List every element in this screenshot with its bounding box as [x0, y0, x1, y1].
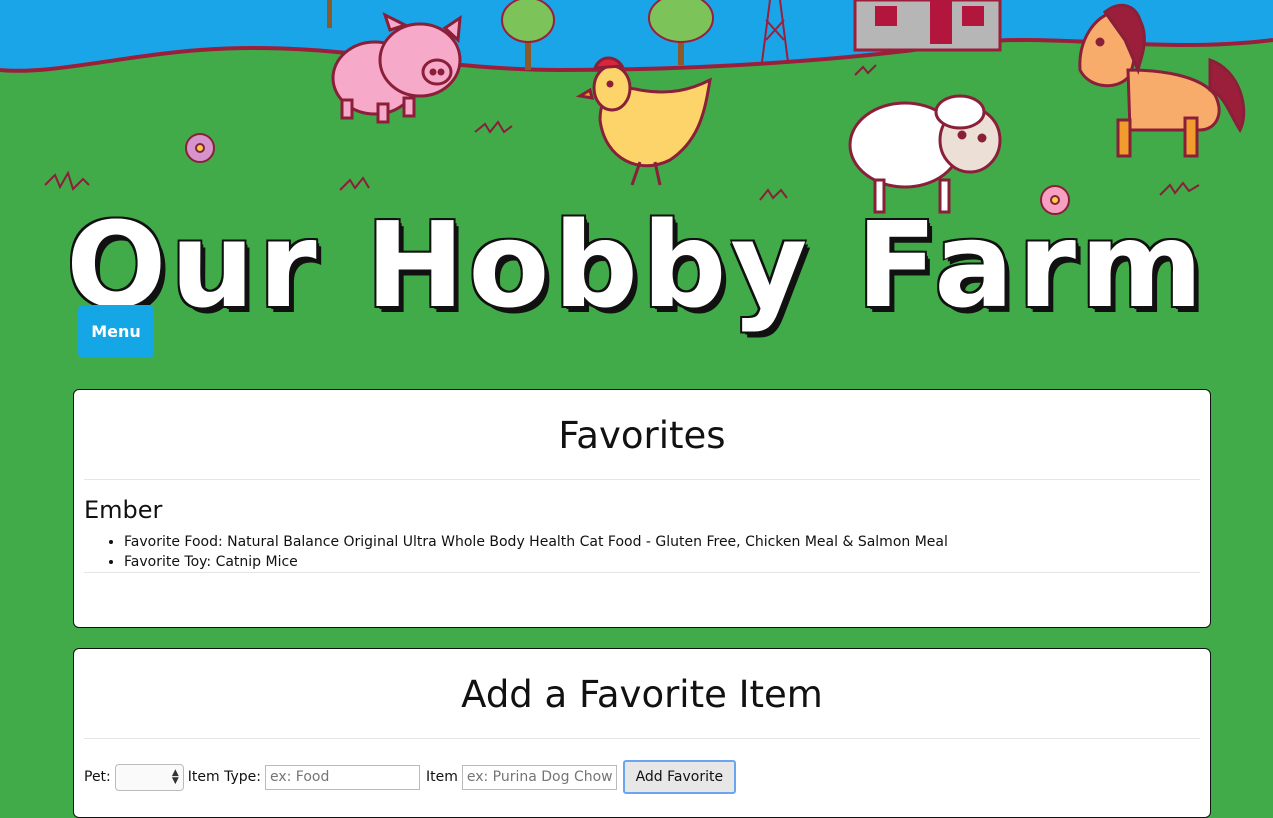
divider — [84, 572, 1200, 573]
barn-illustration — [853, 0, 1002, 52]
favorites-card: Favorites Ember Favorite Food: Natural B… — [73, 389, 1211, 628]
item-type-input[interactable] — [264, 764, 420, 790]
pet-select[interactable]: ▲ ▼ — [114, 763, 184, 791]
add-favorite-form: Pet: ▲▼ Item Type: Item Add Favorite — [84, 760, 1200, 794]
site-title: Our Hobby Farm — [66, 196, 1207, 334]
select-arrows-icon: ▲ ▼ — [171, 767, 179, 786]
menu-button[interactable]: Menu — [78, 305, 154, 358]
add-favorite-heading: Add a Favorite Item — [461, 673, 823, 716]
divider — [84, 738, 1200, 739]
add-favorite-button[interactable]: Add Favorite — [622, 760, 736, 794]
list-item: Favorite Toy: Catnip Mice — [124, 552, 1200, 572]
pet-name: Ember — [84, 496, 163, 524]
chicken-illustration — [575, 56, 712, 186]
list-item: Favorite Food: Natural Balance Original … — [124, 532, 1200, 552]
add-favorite-card: Add a Favorite Item Pet: ▲▼ Item Type: I… — [73, 648, 1211, 818]
item-label: Item — [425, 769, 458, 785]
item-type-label: Item Type: — [187, 769, 261, 785]
favorite-list: Favorite Food: Natural Balance Original … — [84, 532, 1200, 572]
pet-label: Pet: — [84, 769, 111, 785]
item-input[interactable] — [461, 764, 617, 790]
divider — [84, 479, 1200, 480]
favorites-heading: Favorites — [558, 414, 726, 457]
